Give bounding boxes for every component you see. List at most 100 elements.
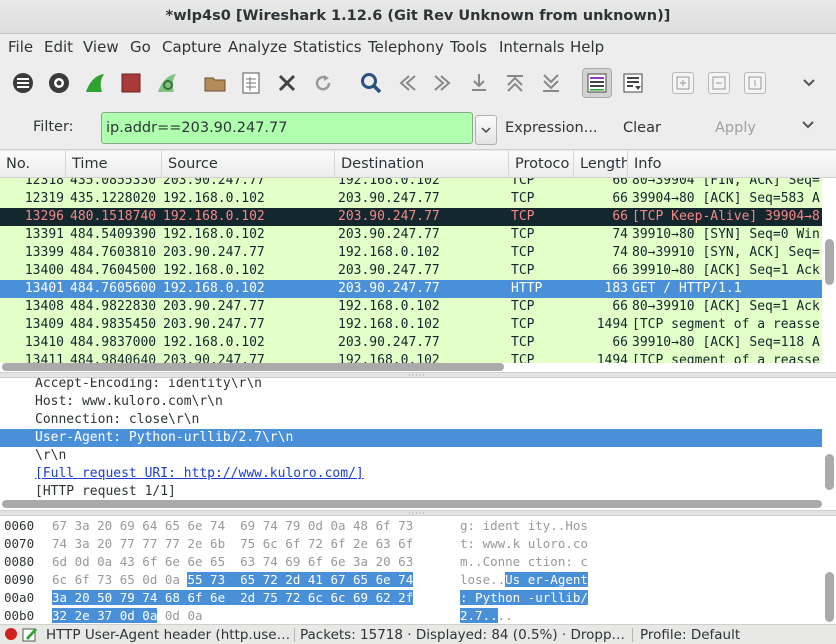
menu-view[interactable]: View bbox=[83, 38, 119, 56]
packet-list-pane: No. Time Source Destination Protoco Leng… bbox=[0, 151, 836, 372]
zoom-in-button[interactable] bbox=[672, 72, 694, 94]
column-header-protocol[interactable]: Protoco bbox=[509, 151, 574, 178]
clear-button[interactable]: Clear bbox=[623, 120, 661, 136]
hex-offset: 0070 bbox=[4, 536, 35, 551]
column-header-info[interactable]: Info bbox=[628, 151, 836, 178]
cell-time: 435.0855330 bbox=[70, 178, 157, 188]
stop-capture-button[interactable] bbox=[116, 68, 146, 98]
cell-info: 80→39904 [FIN, ACK] Seq= bbox=[632, 178, 820, 188]
menu-statistics[interactable]: Statistics bbox=[293, 38, 362, 56]
detail-line[interactable]: [HTTP request 1/1] bbox=[0, 483, 822, 501]
menu-edit[interactable]: Edit bbox=[44, 38, 73, 56]
toolbar-overflow-button[interactable] bbox=[794, 68, 824, 98]
capture-options-button[interactable] bbox=[44, 68, 74, 98]
details-hscroll[interactable] bbox=[2, 500, 822, 508]
cell-source: 192.168.0.102 bbox=[163, 335, 265, 350]
status-field-info: HTTP User-Agent header (http.use… bbox=[46, 627, 291, 643]
restart-capture-button[interactable] bbox=[152, 68, 182, 98]
go-forward-button[interactable] bbox=[428, 68, 458, 98]
colorize-button[interactable] bbox=[582, 68, 612, 98]
packet-row[interactable]: 13296 480.1518740 192.168.0.102 203.90.247.… bbox=[0, 208, 822, 226]
column-header-destination[interactable]: Destination bbox=[335, 151, 509, 178]
hex-offset: 00b0 bbox=[4, 608, 35, 623]
cell-source: 192.168.0.102 bbox=[163, 191, 265, 206]
normal-size-button[interactable] bbox=[744, 72, 766, 94]
packet-row[interactable]: 12318 435.0855330 203.90.247.77 192.168.0.1… bbox=[0, 178, 822, 190]
detail-line[interactable]: \r\n bbox=[0, 447, 822, 465]
hex-bytes: 67 3a 20 69 64 65 6e 74 69 74 79 0d 0a 4… bbox=[52, 518, 413, 534]
menu-capture[interactable]: Capture bbox=[162, 38, 222, 56]
packet-row[interactable]: 13400 484.7604500 192.168.0.102 203.90.247.… bbox=[0, 262, 822, 280]
hex-offset: 00a0 bbox=[4, 590, 35, 605]
packet-list-hscroll[interactable] bbox=[2, 363, 504, 371]
cell-no: 13391 bbox=[24, 227, 64, 242]
menu-bar: File Edit View Go Capture Analyze Statis… bbox=[0, 34, 836, 62]
packet-row[interactable]: 13399 484.7603810 203.90.247.77 192.168.0.1… bbox=[0, 244, 822, 262]
first-packet-icon bbox=[507, 75, 523, 92]
auto-scroll-icon bbox=[623, 73, 643, 93]
packet-row[interactable]: 13411 484.9840640 203.90.247.77 192.168.0.1… bbox=[0, 352, 822, 363]
cell-length: 66 bbox=[612, 263, 628, 278]
restart-fin-icon bbox=[158, 74, 176, 92]
detail-line[interactable]: Accept-Encoding: identity\r\n bbox=[0, 378, 822, 393]
cell-no: 13400 bbox=[24, 263, 64, 278]
column-header-time[interactable]: Time bbox=[66, 151, 162, 178]
close-file-button[interactable] bbox=[272, 68, 302, 98]
zoom-out-icon bbox=[712, 76, 726, 90]
go-to-packet-button[interactable] bbox=[464, 68, 494, 98]
menu-tools[interactable]: Tools bbox=[450, 38, 487, 56]
cell-length: 74 bbox=[612, 245, 628, 260]
ascii-highlighted: : Python -urllib/ bbox=[460, 590, 588, 605]
packet-row[interactable]: 13410 484.9837000 192.168.0.102 203.90.247.… bbox=[0, 334, 822, 352]
detail-line-selected[interactable]: User-Agent: Python-urllib/2.7\r\n bbox=[0, 429, 822, 447]
detail-line[interactable]: Connection: close\r\n bbox=[0, 411, 822, 429]
expert-info-icon[interactable] bbox=[4, 627, 18, 644]
packet-row[interactable]: 12319 435.1228020 192.168.0.102 203.90.247.… bbox=[0, 190, 822, 208]
packet-list-vscroll[interactable] bbox=[825, 239, 834, 285]
cell-time: 484.9840640 bbox=[70, 353, 157, 363]
packet-row[interactable]: 13409 484.9835450 203.90.247.77 192.168.0.1… bbox=[0, 316, 822, 334]
filter-overflow-button[interactable] bbox=[800, 117, 816, 137]
details-vscroll[interactable] bbox=[825, 454, 834, 490]
save-file-button[interactable] bbox=[236, 68, 266, 98]
cell-time: 484.5409390 bbox=[70, 227, 157, 242]
open-file-button[interactable] bbox=[200, 68, 230, 98]
last-packet-button[interactable] bbox=[536, 68, 566, 98]
auto-scroll-button[interactable] bbox=[618, 68, 648, 98]
start-capture-button[interactable] bbox=[80, 68, 110, 98]
go-back-button[interactable] bbox=[392, 68, 422, 98]
filter-history-dropdown[interactable] bbox=[475, 115, 497, 145]
packet-row[interactable]: 13408 484.9822830 203.90.247.77 192.168.0.1… bbox=[0, 298, 822, 316]
column-header-source[interactable]: Source bbox=[162, 151, 335, 178]
packet-row-selected[interactable]: 13401 484.7605600 192.168.0.102 203.90.247.… bbox=[0, 280, 822, 298]
status-profile[interactable]: Profile: Default bbox=[640, 625, 740, 644]
reload-button[interactable] bbox=[308, 68, 338, 98]
menu-file[interactable]: File bbox=[8, 38, 33, 56]
expression-button[interactable]: Expression... bbox=[505, 120, 598, 136]
arrow-left-icon bbox=[399, 75, 416, 91]
menu-internals[interactable]: Internals bbox=[499, 38, 565, 56]
bytes-vscroll[interactable] bbox=[825, 572, 834, 622]
capture-comment-icon[interactable] bbox=[22, 626, 38, 644]
find-packet-button[interactable] bbox=[356, 68, 386, 98]
detail-line[interactable]: Host: www.kuloro.com\r\n bbox=[0, 393, 822, 411]
menu-analyze[interactable]: Analyze bbox=[228, 38, 287, 56]
packet-row[interactable]: 13391 484.5409390 192.168.0.102 203.90.247.… bbox=[0, 226, 822, 244]
full-request-uri-link[interactable]: [Full request URI: http://www.kuloro.com… bbox=[35, 466, 364, 481]
menu-telephony[interactable]: Telephony bbox=[368, 38, 444, 56]
first-packet-button[interactable] bbox=[500, 68, 530, 98]
cell-destination: 192.168.0.102 bbox=[338, 317, 440, 332]
reload-icon bbox=[315, 75, 331, 91]
detail-line[interactable]: [Full request URI: http://www.kuloro.com… bbox=[0, 465, 822, 483]
column-header-no[interactable]: No. bbox=[0, 151, 66, 178]
menu-go[interactable]: Go bbox=[130, 38, 151, 56]
column-header-length[interactable]: Length bbox=[574, 151, 628, 178]
hex-offset: 0060 bbox=[4, 518, 35, 533]
menu-help[interactable]: Help bbox=[570, 38, 604, 56]
ascii-highlighted: 2.7.. bbox=[460, 608, 498, 623]
cell-protocol: TCP bbox=[511, 335, 535, 350]
display-filter-input[interactable] bbox=[101, 112, 473, 144]
zoom-out-button[interactable] bbox=[708, 72, 730, 94]
apply-button[interactable]: Apply bbox=[715, 120, 756, 136]
interfaces-button[interactable] bbox=[8, 68, 38, 98]
